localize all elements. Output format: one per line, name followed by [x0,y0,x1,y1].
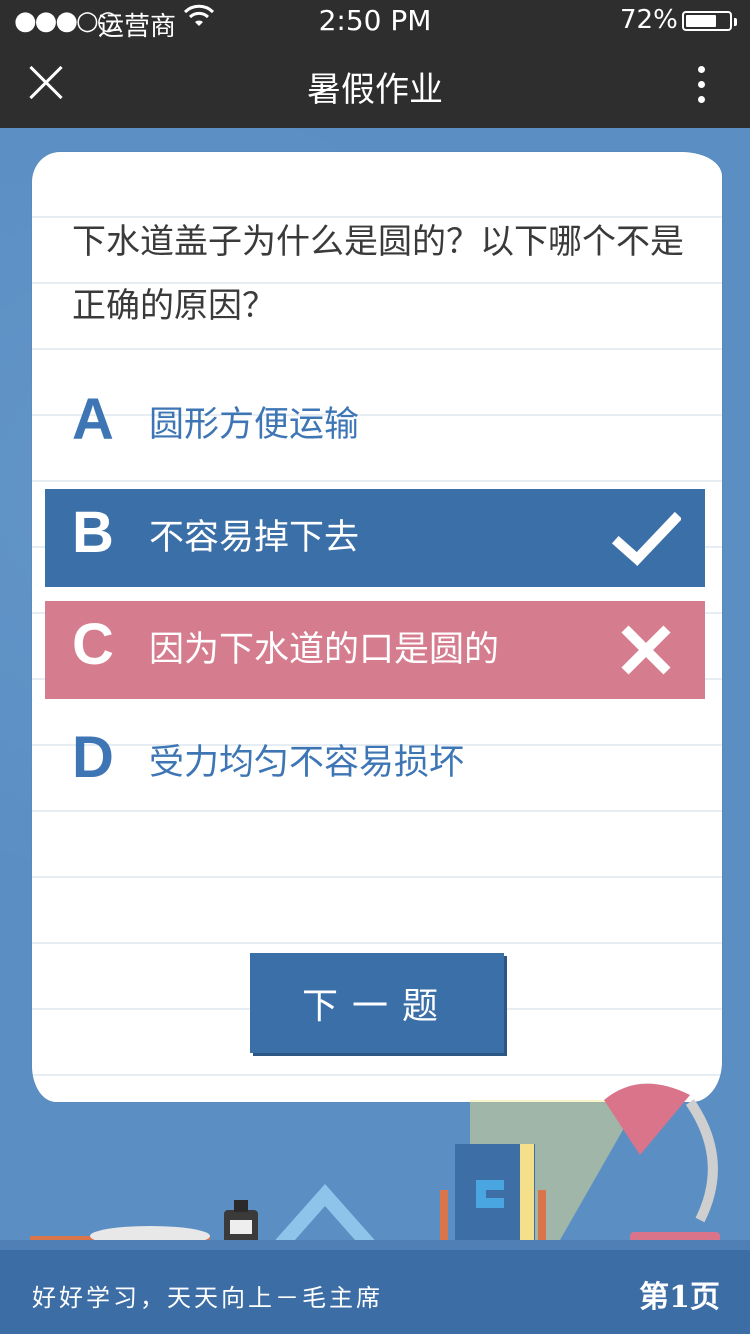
option-a[interactable]: A 圆形方便运输 [45,376,705,474]
option-letter: C [72,612,114,677]
motto-text: 好好学习，天天向上－毛主席 [32,1284,383,1312]
page-number: 第1页 [639,1280,720,1315]
option-letter: A [72,387,114,452]
battery-percent: 72% [620,5,678,35]
footer-bar: 好好学习，天天向上－毛主席 第1页 [0,1250,750,1334]
option-label: 因为下水道的口是圆的 [149,630,500,670]
option-letter: B [72,500,114,565]
more-icon[interactable] [690,64,714,108]
option-label: 不容易掉下去 [149,518,360,558]
check-icon [611,511,681,566]
option-b[interactable]: B 不容易掉下去 [45,489,705,587]
status-bar: ●●●○○ 运营商 2:50 PM 72% [0,0,750,42]
nav-bar: 暑假作业 [0,42,750,128]
option-c[interactable]: C 因为下水道的口是圆的 [45,601,705,699]
option-d[interactable]: D 受力均匀不容易损坏 [45,714,705,812]
next-question-button[interactable]: 下一题 [250,953,504,1053]
desk-illustration [30,1083,720,1246]
desk-surface [0,1240,750,1250]
battery-icon [682,11,737,31]
option-letter: D [72,725,114,790]
option-label: 圆形方便运输 [149,405,360,445]
page-title: 暑假作业 [307,70,443,110]
option-label: 受力均匀不容易损坏 [149,743,465,783]
question-text: 下水道盖子为什么是圆的？以下哪个不是正确的原因？ [72,222,684,326]
cross-icon [621,625,671,675]
